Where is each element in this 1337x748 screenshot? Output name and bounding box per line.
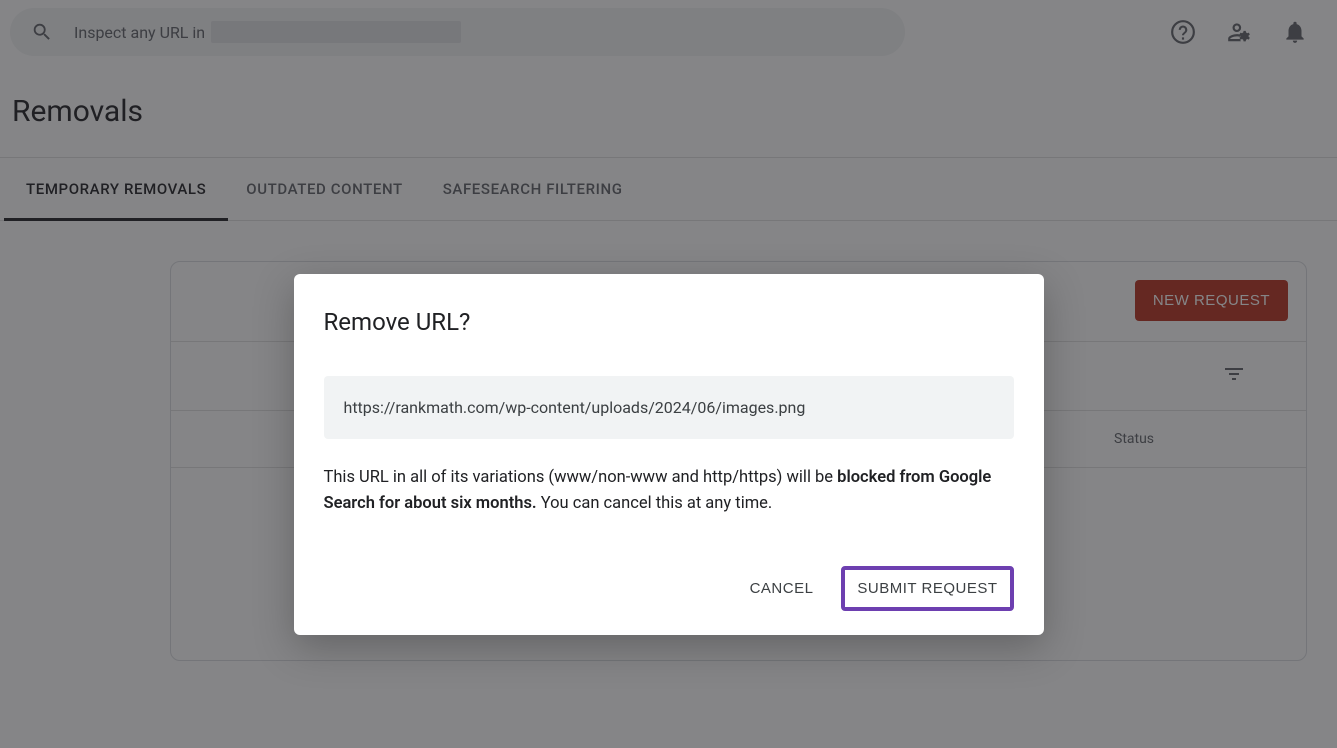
dialog-text-prefix: This URL in all of its variations (www/n…	[324, 468, 838, 487]
remove-url-dialog: Remove URL? https://rankmath.com/wp-cont…	[294, 274, 1044, 635]
cancel-button[interactable]: CANCEL	[742, 570, 822, 607]
dialog-description: This URL in all of its variations (www/n…	[324, 465, 1014, 516]
dialog-text-suffix: You can cancel this at any time.	[537, 494, 773, 513]
dialog-title: Remove URL?	[324, 308, 1014, 336]
modal-overlay: Remove URL? https://rankmath.com/wp-cont…	[0, 0, 1337, 748]
submit-request-button[interactable]: SUBMIT REQUEST	[841, 566, 1013, 611]
dialog-url-box: https://rankmath.com/wp-content/uploads/…	[324, 376, 1014, 439]
